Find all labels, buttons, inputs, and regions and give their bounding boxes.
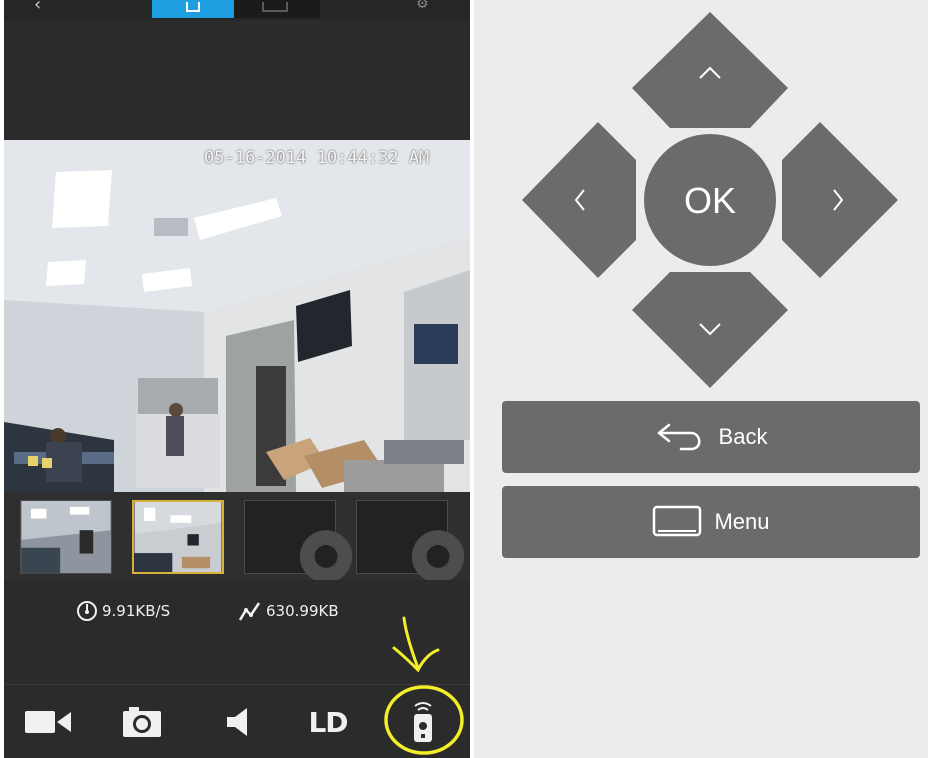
remote-control-icon — [414, 702, 432, 742]
menu-button[interactable]: Menu — [502, 486, 920, 558]
remote-control-panel: OK Back Menu — [474, 0, 928, 758]
camera-thumbnail-4[interactable] — [356, 500, 465, 596]
camera-thumbnail-strip — [4, 492, 470, 596]
header-spacer — [4, 20, 470, 140]
speedometer-icon — [77, 601, 97, 621]
ok-label: OK — [684, 180, 736, 221]
screenshot-root: ‹ ⚙ 05-16-2014 10:44:32 AM 9.91KB/S 630.… — [0, 0, 928, 758]
live-video-feed[interactable]: 05-16-2014 10:44:32 AM — [4, 140, 470, 492]
office-scene-image — [4, 140, 470, 492]
bottom-toolbar: LD — [4, 684, 470, 758]
view-mode-toggle — [152, 0, 320, 18]
traffic-graph-icon — [238, 602, 261, 621]
live-view-icon — [186, 2, 200, 12]
thumbnail-preview-image — [21, 501, 111, 573]
bitrate-value: 9.91KB/S — [102, 602, 171, 620]
menu-screen-icon — [653, 505, 702, 537]
camera-thumbnail-3[interactable] — [244, 500, 353, 596]
dpad-right-button[interactable] — [782, 122, 898, 278]
top-bar: ‹ ⚙ — [4, 0, 470, 20]
tab-live-view[interactable] — [152, 0, 234, 18]
data-total-stat: 630.99KB — [238, 600, 339, 622]
stream-stats: 9.91KB/S 630.99KB — [4, 580, 470, 684]
speaker-icon — [227, 708, 247, 736]
back-label: Back — [718, 424, 768, 449]
back-button[interactable]: Back — [502, 401, 920, 473]
ok-button[interactable]: OK — [644, 134, 776, 266]
snapshot-camera-icon — [123, 707, 161, 737]
return-arrow-icon — [657, 423, 701, 451]
remote-control-button[interactable] — [398, 685, 448, 758]
resolution-label: LD — [308, 705, 348, 739]
thumbnail-preview-image — [134, 502, 222, 572]
settings-icon[interactable]: ⚙ — [416, 0, 429, 12]
record-video-button[interactable] — [18, 685, 78, 758]
data-total-value: 630.99KB — [266, 602, 339, 620]
back-arrow-icon[interactable]: ‹ — [34, 0, 41, 15]
dpad-controls: OK — [522, 12, 898, 388]
resolution-ld-button[interactable]: LD — [298, 685, 358, 758]
bitrate-stat: 9.91KB/S — [76, 600, 170, 622]
snapshot-button[interactable] — [112, 685, 172, 758]
camera-viewer-screen: ‹ ⚙ 05-16-2014 10:44:32 AM 9.91KB/S 630.… — [4, 0, 470, 758]
camera-thumbnail-2[interactable] — [132, 500, 224, 574]
video-camera-icon — [25, 711, 71, 733]
video-timestamp: 05-16-2014 10:44:32 AM — [204, 148, 430, 168]
audio-button[interactable] — [208, 685, 268, 758]
dpad-down-button[interactable] — [632, 272, 788, 388]
dpad-up-button[interactable] — [632, 12, 788, 128]
dpad-left-button[interactable] — [522, 122, 636, 278]
camera-thumbnail-1[interactable] — [20, 500, 112, 574]
tab-playback-icon[interactable] — [262, 2, 288, 12]
menu-label: Menu — [714, 509, 770, 534]
